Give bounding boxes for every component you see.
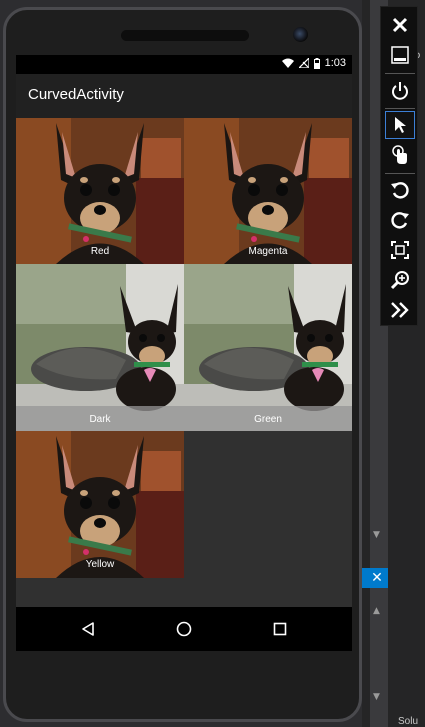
tile-label: Green <box>254 414 282 425</box>
scroll-down-arrow-icon-2[interactable]: ▼ <box>373 692 380 702</box>
no-signal-icon <box>298 58 309 68</box>
tile-label: Red <box>90 246 110 257</box>
pointer-icon <box>395 117 406 133</box>
tile-red[interactable]: Red <box>16 118 184 264</box>
minimize-icon <box>391 46 409 64</box>
emulator-toolbar <box>380 6 418 326</box>
battery-icon <box>313 57 320 69</box>
rotate-left-button[interactable] <box>385 176 415 204</box>
tile-label: Yellow <box>85 559 115 570</box>
tile-label: Dark <box>89 414 111 425</box>
scroll-down-arrow-icon[interactable]: ▼ <box>373 530 380 540</box>
touch-icon <box>392 145 407 164</box>
screenshot-button[interactable] <box>385 236 415 264</box>
tile-yellow[interactable]: Yellow <box>16 431 184 578</box>
touch-mode-button[interactable] <box>385 141 415 169</box>
rotate-left-icon <box>391 182 409 199</box>
pointer-mode-button[interactable] <box>385 111 415 139</box>
chihuahua-portrait-image <box>184 118 352 264</box>
speaker-grille <box>121 30 249 41</box>
more-icon <box>391 302 409 318</box>
status-time: 1:03 <box>324 57 346 69</box>
toolbar-divider <box>385 173 415 174</box>
tile-label: Magenta <box>248 246 288 257</box>
emulator-device-frame: 1:03 CurvedActivity Red Magenta Dark Gre… <box>3 7 362 722</box>
more-button[interactable] <box>385 296 415 324</box>
status-bar: 1:03 <box>16 55 352 74</box>
chihuahua-portrait-image <box>16 431 184 578</box>
tile-magenta[interactable]: Magenta <box>184 118 352 264</box>
back-triangle-icon <box>82 622 94 636</box>
camera-icon <box>293 27 308 42</box>
toolbar-divider <box>385 108 415 109</box>
toolbar-divider <box>385 73 415 74</box>
rotate-right-icon <box>391 212 409 229</box>
zoom-icon <box>390 271 409 290</box>
minimize-button[interactable] <box>385 41 415 69</box>
recents-button[interactable] <box>268 617 292 641</box>
recents-square-icon <box>273 622 287 636</box>
close-tab-icon[interactable]: ✕ <box>367 568 387 588</box>
power-button[interactable] <box>385 77 415 105</box>
solution-explorer-label[interactable]: Solu <box>398 716 418 727</box>
close-icon <box>392 17 408 33</box>
back-button[interactable] <box>76 617 100 641</box>
wifi-icon <box>281 58 294 68</box>
device-screen: 1:03 CurvedActivity Red Magenta Dark Gre… <box>16 55 352 651</box>
close-button[interactable] <box>385 11 415 39</box>
screenshot-icon <box>391 241 409 259</box>
home-button[interactable] <box>172 617 196 641</box>
power-icon <box>392 82 408 100</box>
app-title: CurvedActivity <box>28 86 124 103</box>
zoom-button[interactable] <box>385 266 415 294</box>
tile-dark[interactable]: Dark <box>16 264 184 431</box>
rotate-right-button[interactable] <box>385 206 415 234</box>
scroll-up-arrow-icon[interactable]: ▲ <box>373 606 380 616</box>
chihuahua-portrait-image <box>16 118 184 264</box>
navigation-bar <box>16 607 352 651</box>
tile-green[interactable]: Green <box>184 264 352 431</box>
app-bar: CurvedActivity <box>16 74 352 118</box>
home-circle-icon <box>176 621 192 637</box>
